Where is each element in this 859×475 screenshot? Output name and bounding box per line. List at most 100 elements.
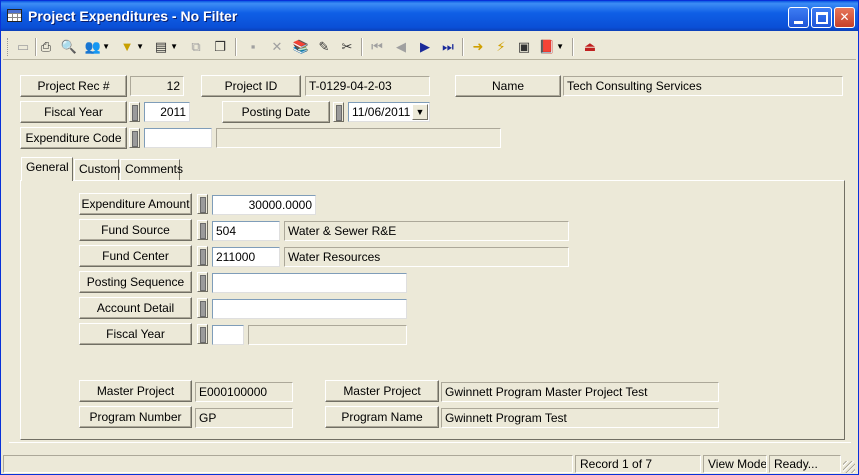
expenditure-amount-field[interactable]: 30000.0000	[212, 195, 316, 215]
minimize-button[interactable]	[788, 7, 809, 28]
chevron-down-icon[interactable]: ▼	[102, 37, 110, 57]
project-rec-field[interactable]: 12	[130, 76, 184, 96]
find-icon[interactable]: 👥 ▼	[83, 37, 110, 57]
expenditure-code-label: Expenditure Code	[20, 127, 127, 149]
tab-general[interactable]: General	[21, 157, 73, 181]
program-name-label: Program Name	[325, 406, 439, 428]
expenditure-amount-label: Expenditure Amount	[79, 193, 192, 215]
copy-icon[interactable]: ⧉	[186, 37, 206, 57]
name-label: Name	[455, 75, 561, 97]
resize-grip[interactable]	[843, 461, 855, 473]
program-number-field[interactable]: GP	[195, 408, 293, 428]
edit-pencil-icon[interactable]: ✎	[314, 37, 334, 57]
field-indicator	[197, 246, 208, 266]
maximize-icon	[816, 12, 828, 24]
expenditure-code-description	[216, 128, 501, 148]
save-icon[interactable]: ▪	[243, 37, 263, 57]
master-project-number-label: Master Project Number	[79, 380, 192, 418]
master-project-number-field[interactable]: E000100000	[195, 382, 293, 402]
print-preview-icon[interactable]: 🔍	[59, 37, 79, 57]
fund-source-label: Fund Source	[79, 219, 192, 241]
field-indicator	[197, 194, 208, 214]
table-icon	[7, 9, 22, 22]
name-field[interactable]: Tech Consulting Services	[563, 76, 843, 96]
toolbar-separator	[572, 38, 574, 56]
last-record-icon[interactable]: ⏭	[438, 37, 458, 57]
field-indicator	[129, 102, 140, 122]
fund-center-label: Fund Center	[79, 245, 192, 267]
status-bar: Record 1 of 7 View Mode Ready...	[3, 454, 856, 474]
posting-sequence-label: Posting Sequence	[79, 271, 192, 293]
report-icon[interactable]: ▤ ▼	[151, 37, 178, 57]
project-id-label: Project ID	[201, 75, 301, 97]
fund-source-field[interactable]: 504	[212, 221, 280, 241]
toolbar-grip[interactable]	[7, 38, 10, 56]
status-text: Ready...	[769, 455, 841, 473]
jump-arrow-icon[interactable]: ➜	[468, 37, 488, 57]
divider	[9, 442, 851, 443]
posting-date-label: Posting Date	[222, 101, 330, 123]
window-title: Project Expenditures - No Filter	[28, 8, 238, 24]
record-counter: Record 1 of 7	[575, 455, 701, 473]
toolbar-separator	[361, 38, 363, 56]
books-icon[interactable]: 📚	[291, 37, 311, 57]
fiscal-year-label: Fiscal Year	[20, 101, 127, 123]
toolbar: ▭ ⎙ 🔍 👥 ▼ ▼ ▼ ▤ ▼ ⧉ ❐ ▪ ✕ 📚 ✎ ✂ ⏮ ◀ ▶ ⏭ ➜ ⚡…	[3, 33, 856, 60]
maximize-button[interactable]	[811, 7, 832, 28]
master-project-name-field[interactable]: Gwinnett Program Master Project Test	[441, 382, 719, 402]
fiscal-year-field[interactable]	[212, 325, 244, 345]
lightning-icon[interactable]: ⚡	[491, 37, 511, 57]
field-indicator	[129, 128, 140, 148]
filter-icon[interactable]: ▼ ▼	[117, 37, 144, 57]
fund-center-description: Water Resources	[284, 247, 569, 267]
mode-indicator: View Mode	[703, 455, 767, 473]
blank-icon[interactable]: ▭	[13, 37, 33, 57]
toolbar-separator	[462, 38, 464, 56]
chevron-down-icon[interactable]: ▼	[136, 37, 144, 57]
program-name-field[interactable]: Gwinnett Program Test	[441, 408, 719, 428]
expenditure-code-field[interactable]	[144, 128, 212, 148]
project-expenditures-window: Project Expenditures - No Filter ✕ ▭ ⎙ 🔍…	[0, 0, 859, 475]
title-bar[interactable]: Project Expenditures - No Filter ✕	[1, 1, 858, 31]
fund-source-description: Water & Sewer R&E	[284, 221, 569, 241]
posting-sequence-field[interactable]	[212, 273, 407, 293]
chevron-down-icon[interactable]: ▼	[412, 104, 428, 120]
field-indicator	[197, 298, 208, 318]
toolbar-separator	[235, 38, 237, 56]
close-icon: ✕	[839, 10, 850, 24]
posting-date-field[interactable]: 11/06/2011 ▼	[348, 102, 430, 122]
tab-custom[interactable]: Custom	[74, 159, 120, 180]
fiscal-year-label: Fiscal Year	[79, 323, 192, 345]
account-detail-field[interactable]	[212, 299, 407, 319]
print-icon[interactable]: ⎙	[36, 37, 56, 57]
field-indicator	[197, 272, 208, 292]
program-number-label: Program Number	[79, 406, 192, 428]
previous-record-icon[interactable]: ◀	[391, 37, 411, 57]
chevron-down-icon[interactable]: ▼	[170, 37, 178, 57]
library-icon[interactable]: 📕 ▼	[537, 37, 564, 57]
posting-date-value: 11/06/2011	[352, 105, 411, 119]
duplicate-icon[interactable]: ❐	[210, 37, 230, 57]
master-project-name-label: Master Project Name	[325, 380, 439, 418]
cut-icon[interactable]: ✂	[337, 37, 357, 57]
exit-icon[interactable]: ⏏	[580, 37, 600, 57]
fiscal-year-description	[248, 325, 407, 345]
minimize-icon	[794, 21, 803, 24]
account-detail-label: Account Detail	[79, 297, 192, 319]
fund-center-field[interactable]: 211000	[212, 247, 280, 267]
fiscal-year-field[interactable]: 2011	[144, 102, 190, 122]
image-icon[interactable]: ▣	[514, 37, 534, 57]
field-indicator	[197, 220, 208, 240]
field-indicator	[197, 324, 208, 344]
project-id-field[interactable]: T-0129-04-2-03	[305, 76, 430, 96]
close-button[interactable]: ✕	[834, 7, 855, 28]
form-area: Project Rec # 12 Project ID T-0129-04-2-…	[3, 61, 856, 453]
tab-comments[interactable]: Comments	[120, 159, 183, 180]
next-record-icon[interactable]: ▶	[415, 37, 435, 57]
status-panel-empty	[3, 455, 573, 473]
delete-icon[interactable]: ✕	[267, 37, 287, 57]
field-indicator	[333, 102, 344, 122]
project-rec-label: Project Rec #	[20, 75, 127, 97]
chevron-down-icon[interactable]: ▼	[556, 37, 564, 57]
first-record-icon[interactable]: ⏮	[367, 37, 387, 57]
